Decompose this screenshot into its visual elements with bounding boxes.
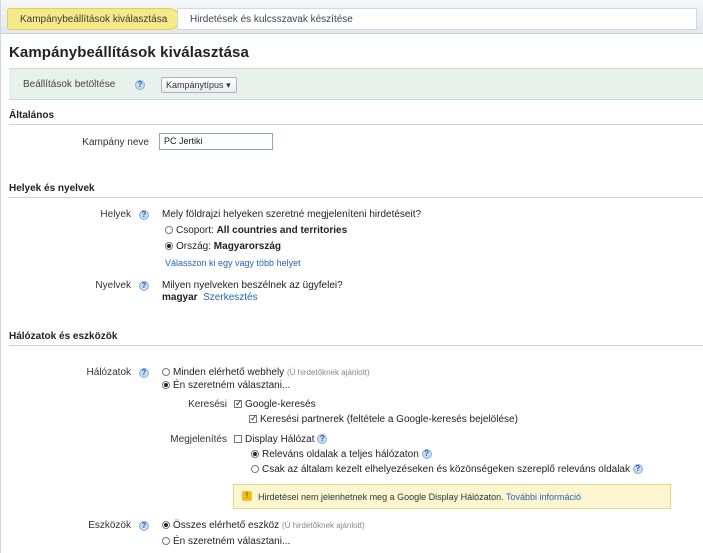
help-icon[interactable]: ? — [139, 521, 149, 531]
help-icon[interactable]: ? — [139, 281, 149, 291]
devices-label: Eszközök — [88, 520, 131, 531]
edit-languages-link[interactable]: Szerkesztés — [203, 292, 257, 303]
radio-group[interactable] — [165, 226, 173, 235]
help-icon[interactable]: ? — [139, 368, 149, 378]
lightbulb-icon: ! — [242, 491, 252, 501]
custom-networks-option[interactable]: Én szeretném választani... — [162, 380, 290, 391]
help-icon[interactable]: ? — [632, 464, 643, 475]
search-partners-option[interactable]: Keresési partnerek (feltétele a Google-k… — [249, 413, 518, 425]
campaign-type-select[interactable]: Kampánytípus ▾ — [161, 77, 237, 93]
relevant-all-label: Releváns oldalak a teljes hálózaton — [262, 449, 419, 460]
country-value: Magyarország — [213, 241, 282, 252]
group-value: All countries and territories — [216, 225, 348, 236]
page-title: Kampánybeállítások kiválasztása — [9, 44, 249, 61]
location-group-option[interactable]: Csoport: All countries and territories — [165, 225, 347, 236]
warning-text: Hirdetései nem jelenhetnek meg a Google … — [258, 492, 504, 502]
relevant-pages-managed-option[interactable]: Csak az általam kezelt elhelyezéseken és… — [251, 464, 643, 475]
chevron-down-icon: ▾ — [226, 80, 231, 90]
display-network-label: Display Hálózat — [245, 434, 315, 445]
networks-label: Hálózatok — [86, 367, 131, 378]
all-networks-note: (Ú hirdetőknek ajánlott) — [286, 368, 370, 377]
country-prefix: Ország: — [176, 241, 212, 252]
section-heading-networks: Hálózatok és eszközök — [9, 331, 118, 342]
campaign-type-value: Kampánytípus — [166, 80, 224, 90]
campaign-name-label: Kampány neve — [82, 137, 149, 148]
help-icon[interactable]: ? — [135, 80, 145, 90]
group-prefix: Csoport: — [176, 225, 214, 236]
checkbox-search-partners[interactable] — [249, 413, 258, 424]
tab-ads-keywords[interactable]: Hirdetések és kulcsszavak készítése — [177, 8, 697, 30]
choose-locations-link[interactable]: Válasszon ki egy vagy több helyet — [165, 258, 301, 268]
search-label: Keresési — [188, 399, 227, 410]
section-heading-general: Általános — [9, 110, 55, 121]
display-network-option[interactable]: Display Hálózat ? — [234, 434, 328, 445]
radio-custom-devices[interactable] — [162, 537, 170, 546]
checkbox-display-network[interactable] — [234, 435, 242, 444]
section-divider — [9, 124, 703, 125]
radio-custom-networks[interactable] — [162, 381, 170, 390]
custom-networks-label: Én szeretném választani... — [173, 380, 291, 391]
radio-all-networks[interactable] — [162, 368, 170, 377]
google-search-label: Google-keresés — [245, 399, 316, 410]
relevant-managed-label: Csak az általam kezelt elhelyezéseken és… — [262, 464, 630, 475]
checkbox-google-search[interactable] — [234, 398, 243, 409]
more-info-link[interactable]: További információ — [506, 492, 581, 502]
google-search-option[interactable]: Google-keresés — [234, 398, 316, 410]
display-label: Megjelenítés — [170, 434, 227, 445]
step-tab-bar: Kampánybeállítások kiválasztása Hirdetés… — [1, 0, 703, 34]
radio-relevant-managed[interactable] — [251, 465, 259, 474]
location-country-option[interactable]: Ország: Magyarország — [165, 241, 281, 252]
language-row: magyar Szerkesztés — [162, 292, 258, 303]
radio-country[interactable] — [165, 242, 173, 251]
help-icon[interactable]: ? — [421, 449, 432, 460]
warning-text-row: Hirdetései nem jelenhetnek meg a Google … — [258, 492, 581, 502]
search-partners-label: Keresési partnerek (feltétele a Google-k… — [260, 414, 518, 425]
language-value: magyar — [162, 292, 198, 303]
campaign-settings-page: Kampánybeállítások kiválasztása Hirdetés… — [0, 0, 703, 553]
help-icon[interactable]: ? — [139, 210, 149, 220]
all-networks-option[interactable]: Minden elérhető webhely (Ú hirdetőknek a… — [162, 367, 370, 378]
languages-question: Milyen nyelveken beszélnek az ügyfelei? — [162, 280, 343, 291]
custom-devices-option[interactable]: Én szeretném választani... — [162, 536, 290, 547]
load-settings-bar: Beállítások betöltése ? Kampánytípus ▾ — [9, 68, 703, 100]
section-divider — [9, 345, 703, 346]
all-devices-note: (Ú hirdetőknek ajánlott) — [281, 521, 365, 530]
display-warning-box: ! Hirdetései nem jelenhetnek meg a Googl… — [233, 484, 671, 509]
section-divider — [9, 197, 703, 198]
load-settings-label: Beállítások betöltése — [23, 79, 116, 90]
locations-label: Helyek — [100, 209, 131, 220]
radio-relevant-all[interactable] — [251, 450, 259, 459]
relevant-pages-all-option[interactable]: Releváns oldalak a teljes hálózaton ? — [251, 449, 432, 460]
all-networks-label: Minden elérhető webhely — [173, 367, 285, 378]
section-heading-locations: Helyek és nyelvek — [9, 183, 95, 194]
help-icon[interactable]: ? — [317, 434, 328, 445]
all-devices-option[interactable]: Összes elérhető eszköz (Ú hirdetőknek aj… — [162, 520, 365, 531]
languages-label: Nyelvek — [95, 280, 131, 291]
custom-devices-label: Én szeretném választani... — [173, 536, 291, 547]
tab-campaign-settings[interactable]: Kampánybeállítások kiválasztása — [7, 8, 181, 30]
radio-all-devices[interactable] — [162, 521, 170, 530]
campaign-name-input[interactable]: PC Jertiki — [159, 133, 273, 150]
all-devices-label: Összes elérhető eszköz — [173, 520, 280, 531]
locations-question: Mely földrajzi helyeken szeretné megjele… — [162, 209, 422, 220]
